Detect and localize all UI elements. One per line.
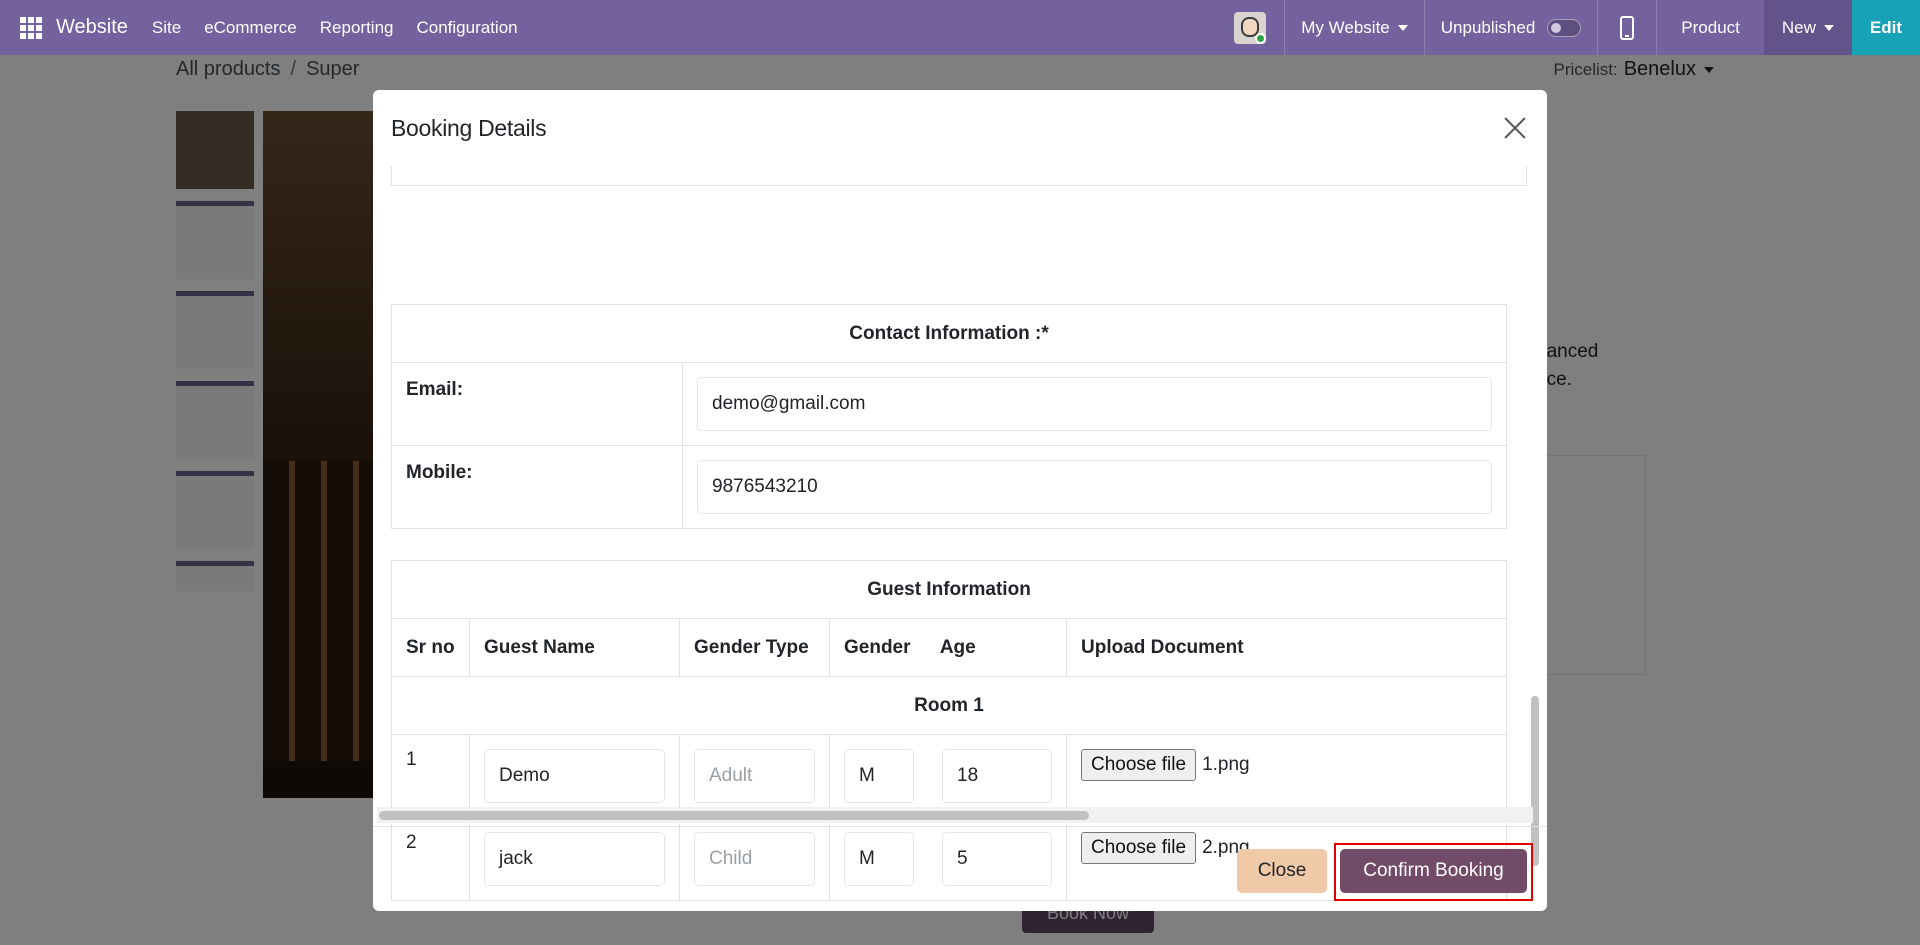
publish-toggle-group[interactable]: Unpublished — [1425, 0, 1598, 55]
contact-info-heading: Contact Information :* — [391, 304, 1507, 363]
sr-no: 1 — [391, 734, 470, 818]
upload-document: Choose file 1.png — [1081, 749, 1492, 781]
mobile-label: Mobile: — [391, 445, 683, 529]
my-website-label: My Website — [1301, 17, 1390, 37]
menu-site[interactable]: Site — [152, 18, 181, 38]
menu-ecommerce[interactable]: eCommerce — [204, 18, 297, 38]
column-header: Upload Document — [1066, 618, 1507, 677]
chevron-down-icon — [1397, 24, 1408, 31]
column-header: Guest Name — [469, 618, 680, 677]
choose-file-button[interactable]: Choose file — [1081, 749, 1197, 781]
mobile-field[interactable]: 9876543210 — [697, 460, 1492, 514]
new-button[interactable]: New — [1763, 0, 1852, 55]
user-avatar[interactable] — [1234, 11, 1267, 44]
modal-title: Booking Details — [391, 114, 547, 141]
file-name: 1.png — [1202, 754, 1250, 775]
guest-info-heading: Guest Information — [391, 560, 1507, 619]
contact-info-table: Contact Information :* Email: demo@gmail… — [391, 304, 1507, 529]
gender-type-input[interactable]: Adult — [694, 749, 815, 803]
new-label: New — [1781, 17, 1816, 37]
email-field[interactable]: demo@gmail.com — [697, 377, 1492, 431]
age-input[interactable]: 18 — [942, 749, 1052, 803]
table-row: 1 Demo Adult M 18 Choose file 1.png — [391, 734, 1507, 818]
my-website-dropdown[interactable]: My Website — [1285, 0, 1424, 55]
email-label: Email: — [391, 362, 683, 446]
apps-grid-icon[interactable] — [20, 16, 42, 39]
close-icon[interactable] — [1503, 116, 1527, 140]
booking-details-modal: Booking Details Contact Information :* E… — [373, 90, 1547, 911]
room-label: Room 1 — [391, 676, 1507, 735]
vertical-scrollbar[interactable] — [1529, 166, 1541, 882]
guest-name-input[interactable]: Demo — [484, 749, 665, 803]
modal-body: Contact Information :* Email: demo@gmail… — [373, 166, 1547, 911]
horizontal-scrollbar[interactable] — [377, 807, 1533, 823]
column-header: Age — [939, 636, 976, 658]
confirm-booking-button[interactable]: Confirm Booking — [1340, 849, 1527, 893]
gender-select[interactable]: M — [844, 749, 914, 803]
modal-header: Booking Details — [373, 90, 1547, 166]
online-status-icon — [1255, 32, 1267, 44]
nav-divider — [1597, 0, 1599, 55]
menu-configuration[interactable]: Configuration — [417, 18, 518, 38]
column-header-gender-age: Gender Age — [829, 618, 1067, 677]
mobile-preview-icon[interactable] — [1620, 15, 1635, 40]
publish-status-label: Unpublished — [1440, 17, 1536, 37]
column-header: Gender — [844, 636, 911, 658]
chevron-down-icon — [1823, 24, 1834, 31]
top-navbar: Website Site eCommerce Reporting Configu… — [0, 0, 1920, 55]
modal-footer: Close Confirm Booking — [373, 826, 1547, 911]
table-remnant — [391, 166, 1527, 186]
product-button[interactable]: Product — [1657, 0, 1764, 55]
close-button[interactable]: Close — [1237, 849, 1327, 893]
column-header: Sr no — [391, 618, 470, 677]
edit-button[interactable]: Edit — [1851, 0, 1920, 55]
publish-toggle[interactable] — [1547, 18, 1582, 37]
menu-reporting[interactable]: Reporting — [320, 18, 394, 38]
app-brand[interactable]: Website — [56, 16, 128, 39]
column-header: Gender Type — [679, 618, 830, 677]
